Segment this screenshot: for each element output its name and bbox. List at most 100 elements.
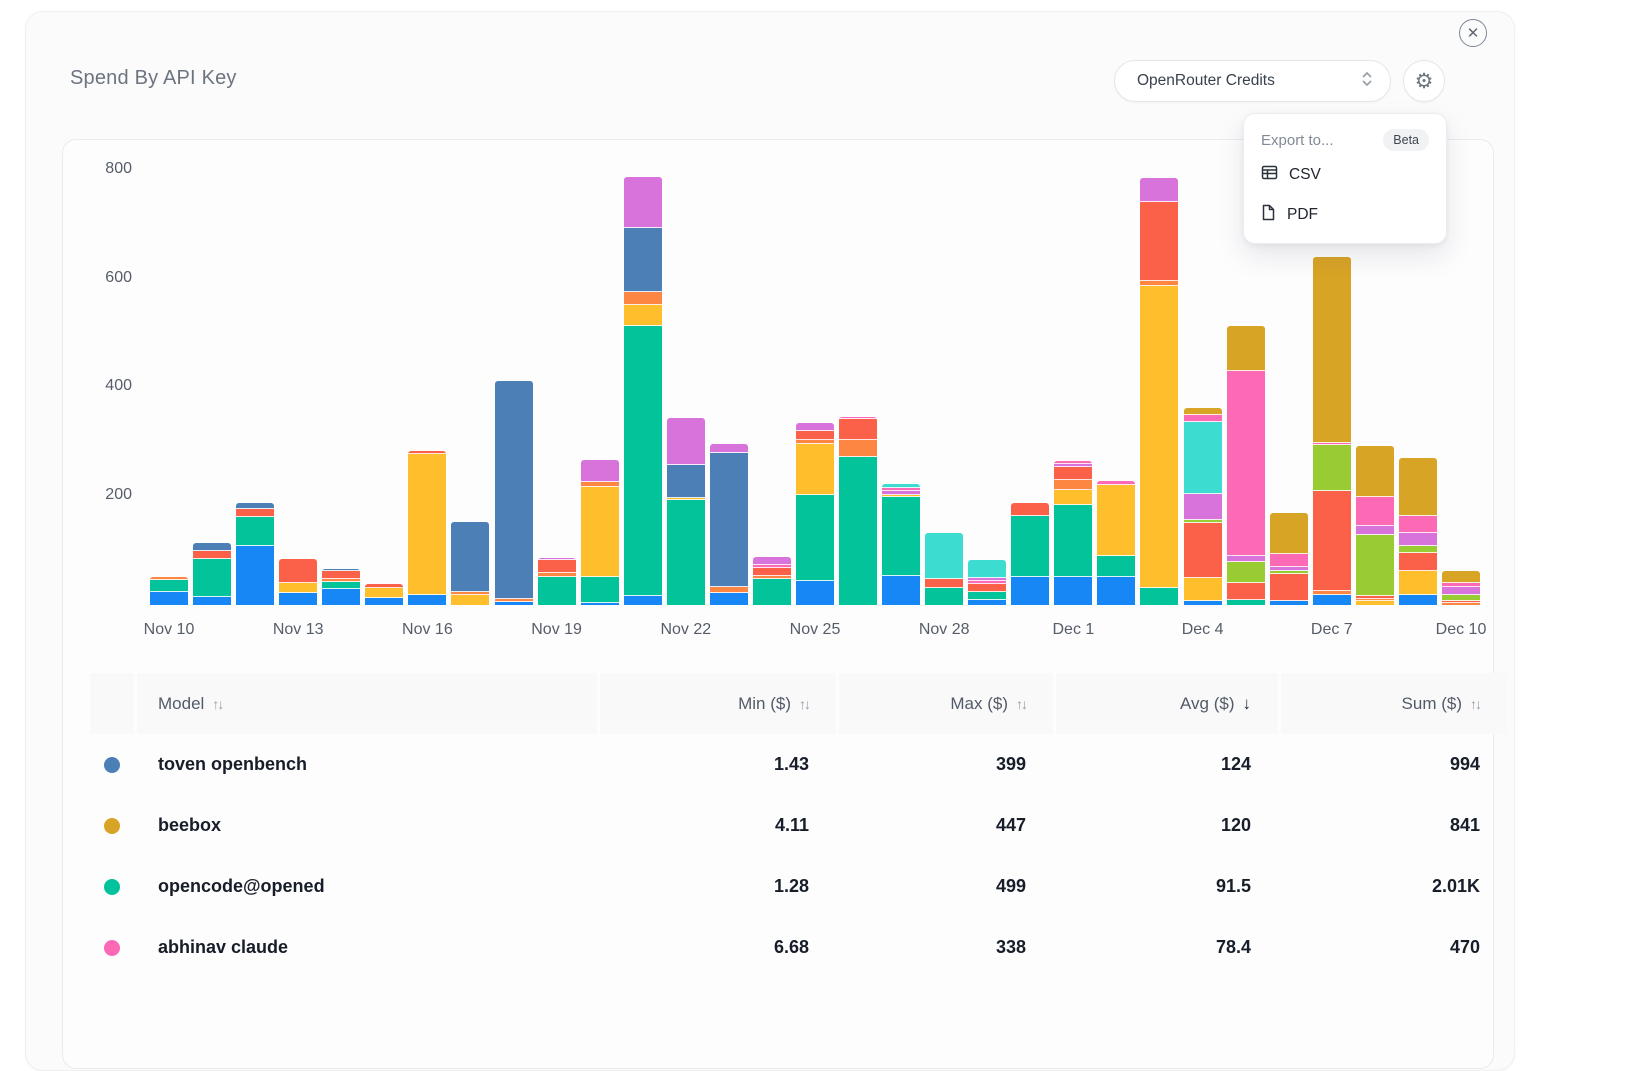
bar-segment-amber[interactable] bbox=[623, 305, 662, 326]
bar-segment-teal[interactable] bbox=[1011, 516, 1050, 577]
bar-segment-steel[interactable] bbox=[709, 453, 748, 587]
currency-select[interactable]: OpenRouter Credits bbox=[1114, 60, 1391, 102]
bar-segment-amber[interactable] bbox=[1054, 490, 1093, 505]
bar-segment-gold[interactable] bbox=[1441, 571, 1480, 583]
bar-segment-teal[interactable] bbox=[795, 495, 834, 581]
bar-segment-blue[interactable] bbox=[882, 576, 921, 605]
bar-nov-27[interactable] bbox=[882, 484, 921, 605]
bar-nov-13[interactable] bbox=[279, 559, 318, 605]
bar-segment-teal[interactable] bbox=[1140, 588, 1179, 605]
bar-segment-pink[interactable] bbox=[1355, 497, 1394, 526]
column-header-sum[interactable]: Sum ($) ↑↓ bbox=[1281, 673, 1507, 734]
bar-segment-blue[interactable] bbox=[236, 546, 275, 605]
bar-segment-turquoise[interactable] bbox=[925, 533, 964, 579]
bar-segment-turquoise[interactable] bbox=[1183, 422, 1222, 494]
table-row[interactable]: opencode@opened 1.28 499 91.5 2.01K bbox=[90, 856, 1494, 917]
table-row[interactable]: toven openbench 1.43 399 124 994 bbox=[90, 734, 1494, 795]
bar-segment-teal[interactable] bbox=[236, 517, 275, 546]
bar-segment-orchid[interactable] bbox=[1441, 587, 1480, 595]
bar-segment-lime[interactable] bbox=[1398, 546, 1437, 553]
bar-segment-teal[interactable] bbox=[968, 592, 1007, 600]
bar-segment-blue[interactable] bbox=[1183, 601, 1222, 605]
bar-segment-blue[interactable] bbox=[365, 598, 404, 605]
bar-segment-orange[interactable] bbox=[1054, 480, 1093, 490]
bar-segment-pink[interactable] bbox=[1398, 516, 1437, 533]
bar-segment-amber[interactable] bbox=[408, 454, 447, 595]
bar-segment-tomato[interactable] bbox=[537, 560, 576, 573]
bar-segment-lime[interactable] bbox=[1226, 562, 1265, 583]
bar-segment-orchid[interactable] bbox=[709, 444, 748, 453]
bar-dec-9[interactable] bbox=[1398, 458, 1437, 605]
column-header-max[interactable]: Max ($) ↑↓ bbox=[839, 673, 1053, 734]
bar-segment-blue[interactable] bbox=[1398, 595, 1437, 605]
bar-segment-blue[interactable] bbox=[494, 602, 533, 605]
bar-dec-10[interactable] bbox=[1441, 571, 1480, 605]
bar-segment-teal[interactable] bbox=[752, 579, 791, 605]
bar-segment-blue[interactable] bbox=[322, 589, 361, 605]
bar-segment-tomato[interactable] bbox=[1011, 503, 1050, 516]
export-pdf-item[interactable]: PDF bbox=[1261, 195, 1429, 235]
bar-segment-tomato[interactable] bbox=[1312, 491, 1351, 591]
bar-dec-8[interactable] bbox=[1355, 446, 1394, 605]
bar-segment-gold[interactable] bbox=[1226, 326, 1265, 371]
bar-dec-1[interactable] bbox=[1054, 461, 1093, 605]
bar-segment-lime[interactable] bbox=[1355, 535, 1394, 596]
bar-nov-23[interactable] bbox=[709, 444, 748, 605]
bar-segment-amber[interactable] bbox=[1183, 578, 1222, 601]
bar-dec-4[interactable] bbox=[1183, 408, 1222, 605]
bar-segment-teal[interactable] bbox=[1226, 600, 1265, 605]
column-header-avg[interactable]: Avg ($) ↓ bbox=[1056, 673, 1278, 734]
bar-segment-amber[interactable] bbox=[1097, 485, 1136, 556]
bar-segment-pink[interactable] bbox=[1183, 415, 1222, 422]
bar-segment-orange[interactable] bbox=[623, 292, 662, 305]
bar-segment-orchid[interactable] bbox=[623, 177, 662, 228]
bar-segment-gold[interactable] bbox=[1183, 408, 1222, 415]
bar-nov-30[interactable] bbox=[1011, 503, 1050, 605]
bar-dec-2[interactable] bbox=[1097, 481, 1136, 605]
bar-nov-29[interactable] bbox=[968, 560, 1007, 605]
bar-segment-blue[interactable] bbox=[1312, 595, 1351, 605]
bar-segment-orchid[interactable] bbox=[666, 418, 705, 465]
bar-segment-blue[interactable] bbox=[1011, 577, 1050, 605]
bar-segment-pink[interactable] bbox=[1226, 371, 1265, 556]
bar-segment-teal[interactable] bbox=[839, 457, 877, 605]
bar-segment-blue[interactable] bbox=[1054, 577, 1093, 605]
bar-segment-tomato[interactable] bbox=[1140, 202, 1179, 281]
bar-segment-orchid[interactable] bbox=[1183, 494, 1222, 520]
bar-segment-steel[interactable] bbox=[451, 522, 490, 592]
bar-segment-blue[interactable] bbox=[580, 603, 619, 605]
bar-segment-blue[interactable] bbox=[709, 593, 748, 605]
bar-segment-teal[interactable] bbox=[623, 326, 662, 596]
bar-segment-blue[interactable] bbox=[1097, 577, 1136, 605]
bar-nov-15[interactable] bbox=[365, 584, 404, 605]
column-header-min[interactable]: Min ($) ↑↓ bbox=[600, 673, 836, 734]
bar-nov-16[interactable] bbox=[408, 451, 447, 605]
bar-nov-20[interactable] bbox=[580, 460, 619, 605]
bar-nov-22[interactable] bbox=[666, 418, 705, 605]
bar-segment-teal[interactable] bbox=[925, 588, 964, 605]
bar-nov-25[interactable] bbox=[795, 423, 834, 605]
bar-segment-blue[interactable] bbox=[1269, 601, 1308, 605]
bar-segment-tomato[interactable] bbox=[236, 509, 275, 517]
bar-segment-orchid[interactable] bbox=[580, 460, 619, 482]
bar-nov-26[interactable] bbox=[839, 417, 877, 605]
bar-nov-11[interactable] bbox=[193, 543, 232, 605]
bar-segment-amber[interactable] bbox=[795, 444, 834, 495]
bar-segment-teal[interactable] bbox=[882, 497, 921, 576]
bar-segment-teal[interactable] bbox=[1097, 556, 1136, 577]
bar-segment-tomato[interactable] bbox=[968, 584, 1007, 592]
bar-segment-tomato[interactable] bbox=[1226, 583, 1265, 600]
bar-segment-amber[interactable] bbox=[279, 583, 318, 593]
bar-segment-amber[interactable] bbox=[365, 588, 404, 598]
bar-segment-amber[interactable] bbox=[451, 595, 490, 605]
bar-segment-blue[interactable] bbox=[623, 596, 662, 605]
bar-segment-tomato[interactable] bbox=[1054, 467, 1093, 480]
bar-segment-blue[interactable] bbox=[150, 592, 188, 605]
bar-segment-gold[interactable] bbox=[1398, 458, 1437, 516]
bar-dec-3[interactable] bbox=[1140, 178, 1179, 605]
bar-nov-14[interactable] bbox=[322, 569, 361, 605]
bar-segment-tomato[interactable] bbox=[795, 431, 834, 440]
bar-segment-steel[interactable] bbox=[666, 465, 705, 498]
bar-segment-tomato[interactable] bbox=[1398, 553, 1437, 571]
bar-dec-7[interactable] bbox=[1312, 257, 1351, 605]
